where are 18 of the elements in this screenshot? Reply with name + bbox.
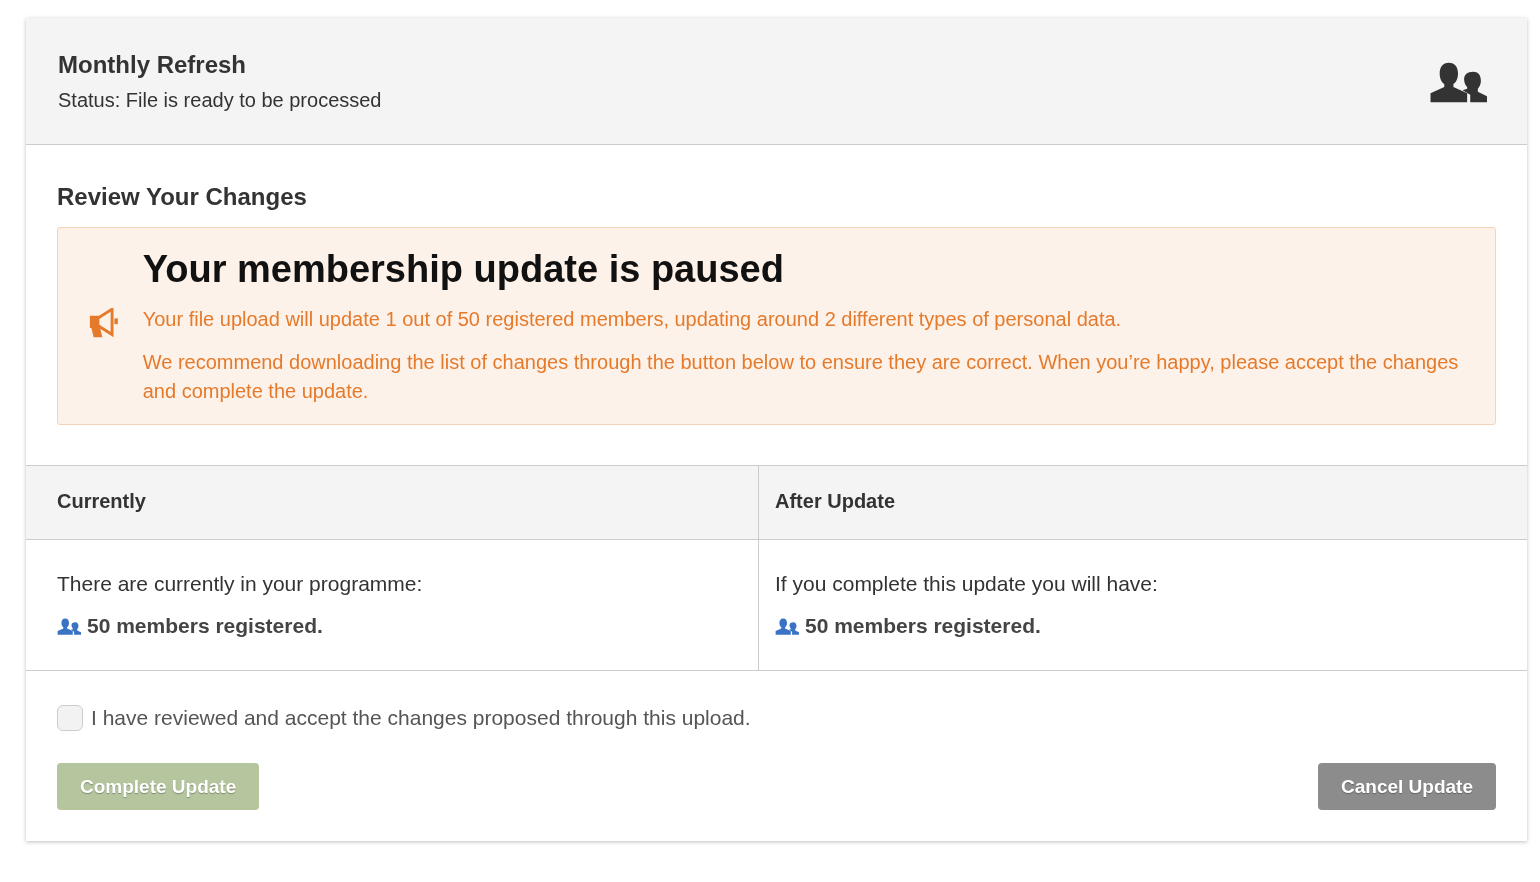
cancel-button[interactable]: Cancel Update bbox=[1318, 763, 1496, 810]
member-count: 50 members registered. bbox=[87, 614, 323, 638]
people-icon bbox=[775, 617, 799, 635]
column-header: Currently bbox=[26, 466, 758, 540]
alert-message: We recommend downloading the list of changes through the button below to ensure they are correct. When you’re happy, please accept the changes and complete the update. bbox=[142, 350, 1460, 404]
people-icon bbox=[57, 617, 81, 635]
member-count: 50 members registered. bbox=[805, 614, 1041, 638]
status-text: Status: File is ready to be processed bbox=[58, 88, 382, 112]
card-title: Monthly Refresh bbox=[58, 50, 247, 79]
description-text: If you complete this update you will have: bbox=[775, 572, 1159, 596]
checkbox-label: I have reviewed and accept the changes proposed through this upload. bbox=[91, 706, 751, 730]
megaphone-icon bbox=[88, 308, 120, 338]
alert-title: Your membership update is paused bbox=[142, 248, 785, 291]
checkbox[interactable] bbox=[57, 705, 83, 731]
column-header: After Update bbox=[759, 466, 1527, 540]
alert-message: Your file upload will update 1 out of 50 registered members, updating around 2 different types of personal data. bbox=[142, 307, 1123, 332]
section-heading: Review Your Changes bbox=[57, 183, 308, 211]
description-text: There are currently in your programme: bbox=[57, 572, 424, 596]
